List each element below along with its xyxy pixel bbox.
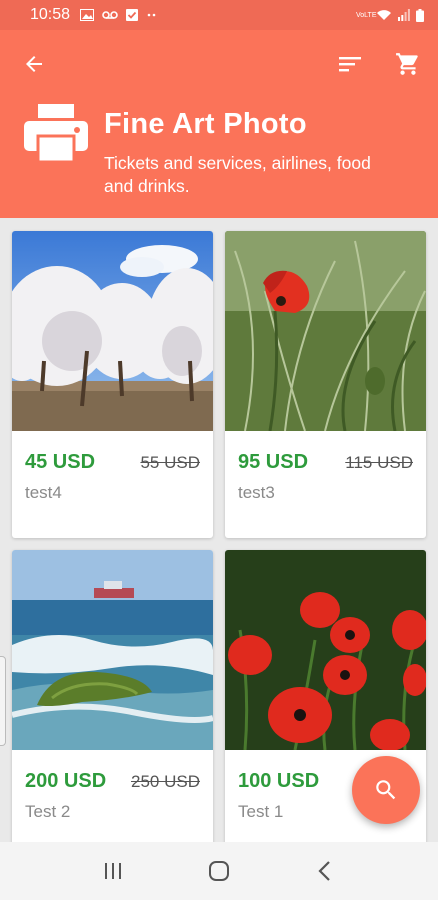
check-box-icon xyxy=(126,9,139,21)
edge-panel-handle[interactable] xyxy=(0,656,6,746)
recent-apps-icon xyxy=(105,863,121,879)
status-bar: 10:58 VoLTE xyxy=(0,0,438,30)
product-old-price: 115 USD xyxy=(345,453,413,472)
product-card-test3[interactable]: 95 USD 115 USD test3 xyxy=(225,231,426,538)
arrow-back-icon xyxy=(26,56,42,72)
home-icon xyxy=(209,861,229,881)
app-header: Fine Art Photo Tickets and services, air… xyxy=(0,30,438,218)
product-image-sea-waves xyxy=(12,550,213,750)
sort-icon xyxy=(339,57,361,72)
image-icon xyxy=(80,9,95,21)
battery-icon xyxy=(416,8,424,22)
product-image-red-poppy-field xyxy=(225,550,426,750)
product-price: 200 USD xyxy=(25,770,107,792)
product-old-price: 55 USD xyxy=(140,453,200,472)
page-subtitle: Tickets and services, airlines, food and… xyxy=(104,153,371,196)
product-image-almond-blossom xyxy=(12,231,213,431)
product-name: Test 2 xyxy=(25,802,71,821)
home-button[interactable] xyxy=(199,851,239,891)
product-card-test-2[interactable]: 200 USD 250 USD Test 2 xyxy=(12,550,213,842)
sort-button[interactable] xyxy=(334,48,366,80)
wifi-icon xyxy=(377,10,391,20)
system-nav-bar xyxy=(0,842,438,900)
printer-icon xyxy=(24,104,88,162)
back-nav-icon xyxy=(318,861,330,881)
shopping-cart-icon xyxy=(396,53,418,75)
product-name: test3 xyxy=(238,483,275,502)
search-button[interactable] xyxy=(352,756,420,824)
product-card-test4[interactable]: 45 USD 55 USD test4 xyxy=(12,231,213,538)
volte-icon: VoLTE xyxy=(356,11,377,19)
product-price: 45 USD xyxy=(25,451,96,473)
product-price: 95 USD xyxy=(238,451,309,473)
recent-apps-button[interactable] xyxy=(93,851,133,891)
status-time: 10:58 xyxy=(30,6,71,23)
product-old-price: 250 USD xyxy=(131,772,200,791)
product-name: test4 xyxy=(25,483,62,502)
page-title: Fine Art Photo xyxy=(104,108,307,140)
signal-icon xyxy=(398,9,410,21)
more-dots-icon xyxy=(147,13,156,17)
search-icon xyxy=(376,780,396,800)
product-price: 100 USD xyxy=(238,770,320,792)
voicemail-icon xyxy=(102,11,118,19)
back-nav-button[interactable] xyxy=(305,851,345,891)
back-button[interactable] xyxy=(18,48,50,80)
product-image-red-poppy-in-grass xyxy=(225,231,426,431)
cart-button[interactable] xyxy=(392,48,424,80)
product-grid: 45 USD 55 USD test4 95 USD 115 USD test3 xyxy=(0,218,438,842)
product-name: Test 1 xyxy=(238,802,284,821)
